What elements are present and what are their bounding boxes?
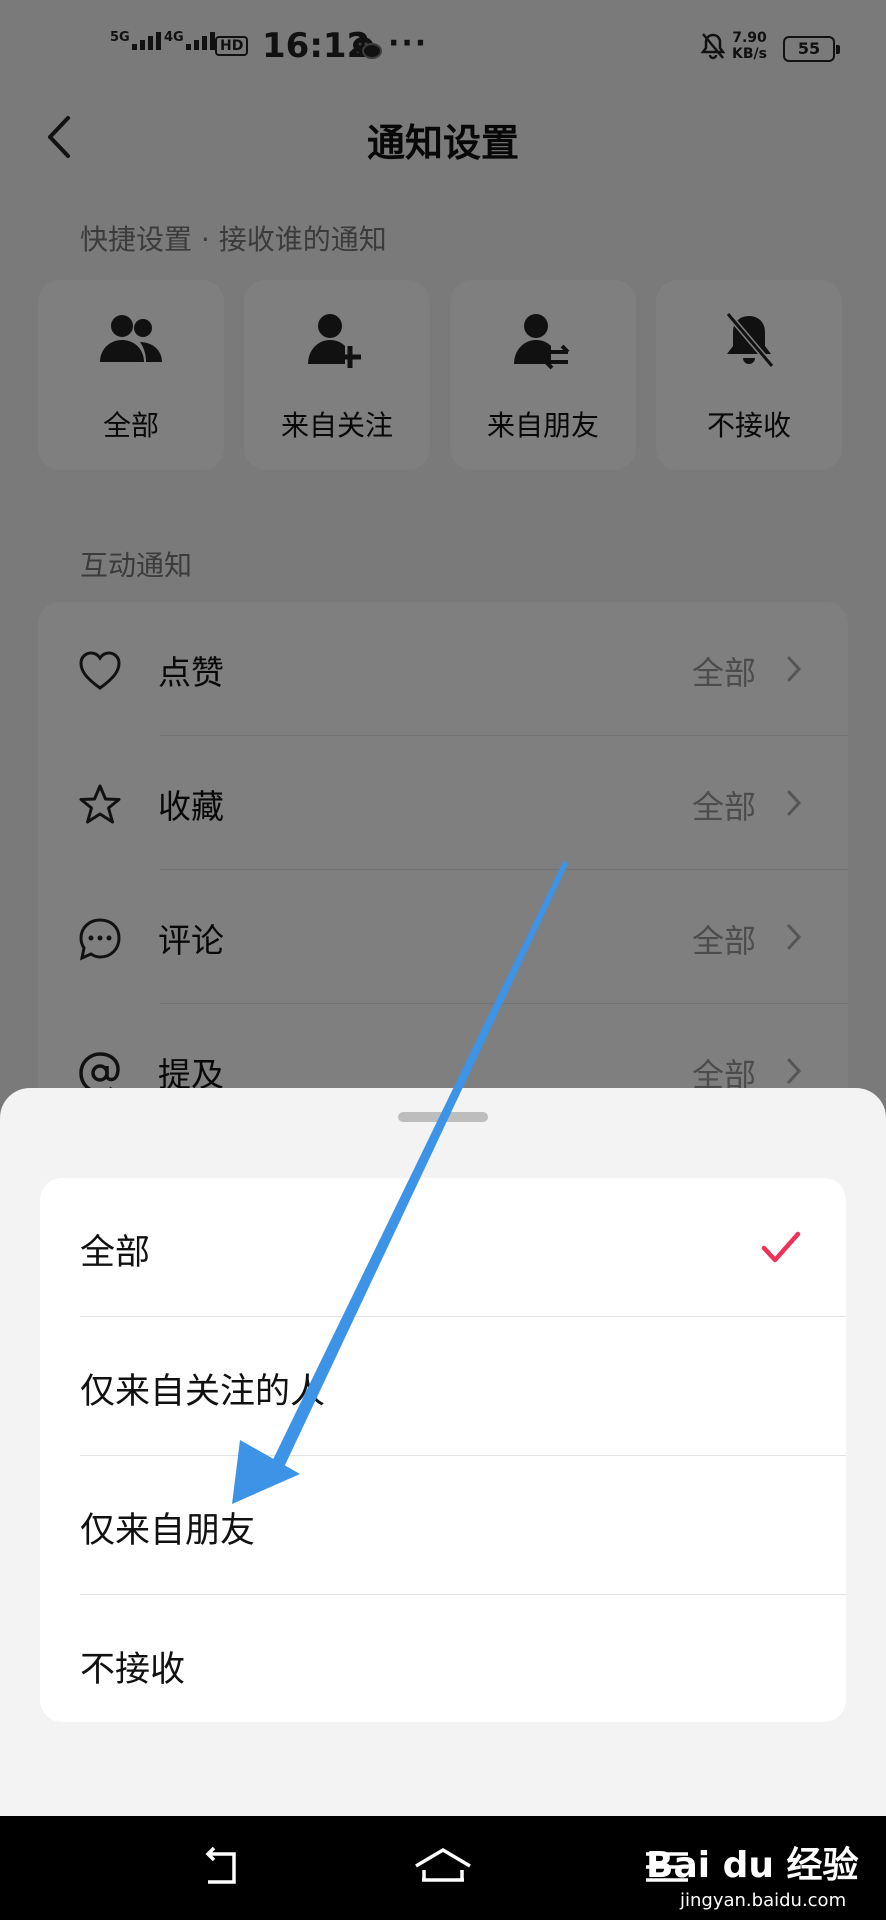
option-none[interactable]: 不接收 [40, 1595, 846, 1722]
option-label: 仅来自关注的人 [80, 1372, 326, 1412]
option-label: 不接收 [80, 1650, 186, 1690]
sheet-grabber[interactable] [398, 1112, 488, 1122]
system-back-icon[interactable] [198, 1844, 244, 1890]
option-following-only[interactable]: 仅来自关注的人 [40, 1317, 846, 1456]
watermark-logo: Bai du 经验 [646, 1845, 859, 1886]
bottom-sheet: 全部 仅来自关注的人 仅来自朋友 不接收 [0, 1088, 886, 1816]
option-all[interactable]: 全部 [40, 1178, 846, 1317]
system-home-icon[interactable] [412, 1844, 474, 1890]
option-list: 全部 仅来自关注的人 仅来自朋友 不接收 [40, 1178, 846, 1722]
option-friends-only[interactable]: 仅来自朋友 [40, 1456, 846, 1595]
baidu-jingyan-watermark: Bai du 经验 jingyan.baidu.com [640, 1822, 886, 1920]
option-label: 全部 [80, 1233, 151, 1273]
option-label: 仅来自朋友 [80, 1511, 256, 1551]
check-icon [761, 1231, 801, 1263]
watermark-url: jingyan.baidu.com [680, 1890, 847, 1911]
